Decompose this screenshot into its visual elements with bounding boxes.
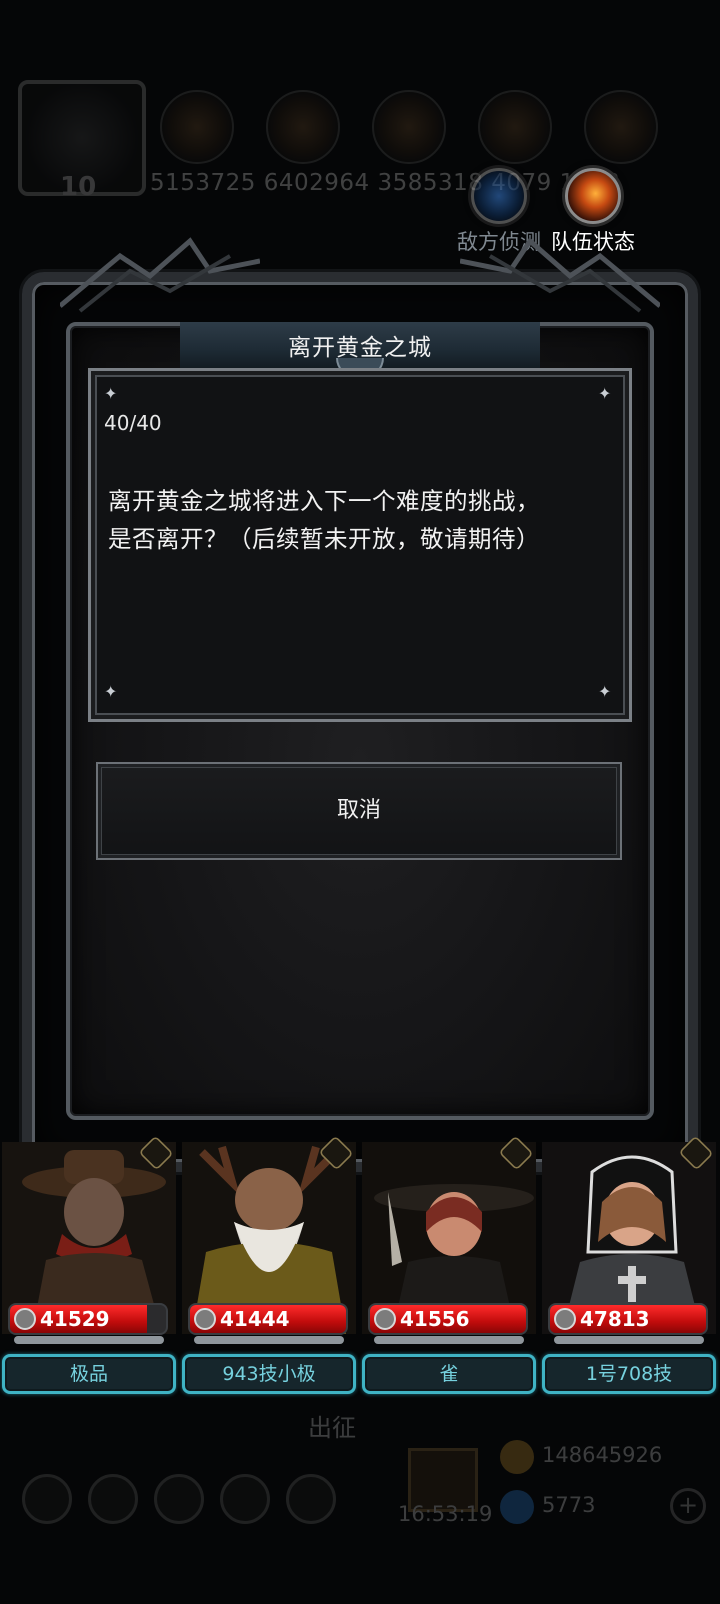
menu-icon — [154, 1474, 204, 1524]
gold-value: 148645926 — [542, 1443, 663, 1467]
gold-coin-icon — [500, 1440, 534, 1474]
frame-thorn-ornament — [60, 237, 260, 313]
sword-icon — [374, 1308, 396, 1330]
sword-icon — [194, 1308, 216, 1330]
energy-bar — [554, 1336, 704, 1344]
energy-bar — [374, 1336, 524, 1344]
hero-card[interactable]: 41556 雀 — [360, 1135, 538, 1398]
hp-bar: 47813 — [548, 1303, 708, 1335]
dialog-title: 离开黄金之城 — [288, 335, 432, 361]
radar-icon — [471, 168, 527, 224]
hero-card[interactable]: 41529 极品 — [0, 1135, 178, 1398]
menu-icon — [220, 1474, 270, 1524]
hero-name-button[interactable]: 943技小极 — [182, 1354, 356, 1394]
hero-name-button[interactable]: 雀 — [362, 1354, 536, 1394]
sparkle-icon: ✦ — [598, 384, 612, 403]
hp-value: 41529 — [40, 1307, 110, 1331]
message-line: 是否离开？（后续暂未开放，敬请期待） — [108, 525, 540, 553]
hero-card[interactable]: 41444 943技小极 — [180, 1135, 358, 1398]
gem-value: 5773 — [542, 1493, 596, 1517]
progress-counter: 40/40 — [104, 411, 162, 435]
gem-icon — [500, 1490, 534, 1524]
sparkle-icon: ✦ — [104, 384, 118, 403]
hp-value: 47813 — [580, 1307, 650, 1331]
cancel-button[interactable]: 取消 — [96, 762, 622, 860]
sword-icon — [554, 1308, 576, 1330]
menu-icon — [88, 1474, 138, 1524]
hero-name-button[interactable]: 极品 — [2, 1354, 176, 1394]
hp-bar: 41444 — [188, 1303, 348, 1335]
dialog-message: 离开黄金之城将进入下一个难度的挑战， 是否离开？（后续暂未开放，敬请期待） — [108, 482, 608, 558]
resource-icon — [160, 90, 234, 164]
energy-bar — [14, 1336, 164, 1344]
launch-label: 出征 — [308, 1414, 356, 1442]
add-icon: + — [670, 1488, 706, 1524]
resource-icon — [372, 90, 446, 164]
sparkle-icon: ✦ — [104, 682, 118, 701]
resource-icon — [266, 90, 340, 164]
flame-icon — [565, 168, 621, 224]
hp-bar: 41529 — [8, 1303, 168, 1335]
menu-icon — [286, 1474, 336, 1524]
sparkle-icon: ✦ — [598, 682, 612, 701]
hp-value: 41556 — [400, 1307, 470, 1331]
frame-thorn-ornament — [460, 237, 660, 313]
player-level: 10 — [60, 172, 97, 202]
hp-bar: 41556 — [368, 1303, 528, 1335]
hero-card[interactable]: 47813 1号708技 — [540, 1135, 718, 1398]
resource-icon — [584, 90, 658, 164]
resource-icon — [478, 90, 552, 164]
hp-value: 41444 — [220, 1307, 290, 1331]
menu-icon — [22, 1474, 72, 1524]
sword-icon — [14, 1308, 36, 1330]
message-line: 离开黄金之城将进入下一个难度的挑战， — [108, 487, 540, 515]
hero-name-button[interactable]: 1号708技 — [542, 1354, 716, 1394]
energy-bar — [194, 1336, 344, 1344]
clock: 16:53:19 — [398, 1502, 493, 1526]
